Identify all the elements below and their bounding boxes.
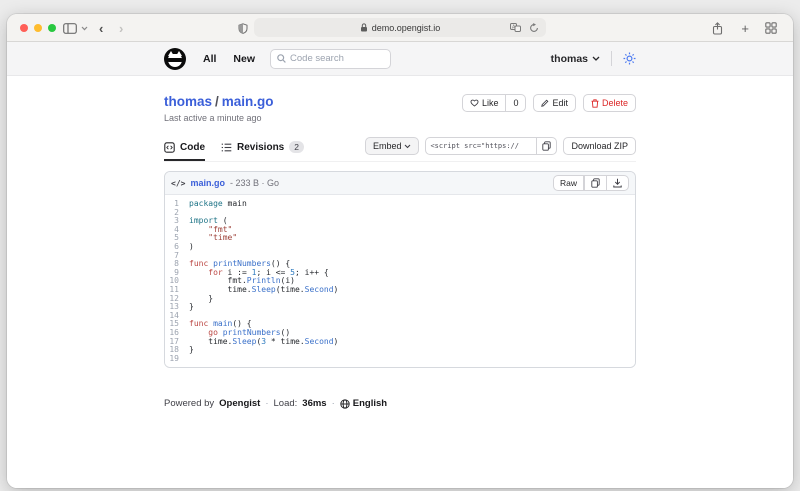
reload-icon[interactable] bbox=[529, 23, 539, 33]
copy-embed-button[interactable] bbox=[537, 137, 557, 155]
forward-button: › bbox=[119, 14, 123, 42]
download-zip-button[interactable]: Download ZIP bbox=[563, 137, 636, 155]
revisions-count-badge: 2 bbox=[289, 141, 304, 153]
divider bbox=[611, 51, 612, 66]
minimize-window-button[interactable] bbox=[34, 24, 42, 32]
site-footer: Powered by Opengist · Load: 36ms · Engli… bbox=[164, 398, 636, 409]
copy-file-button[interactable] bbox=[584, 175, 607, 191]
tab-overview-icon[interactable] bbox=[765, 14, 777, 42]
chevron-down-icon bbox=[404, 144, 411, 149]
line-content: time.Sleep(3 * time.Second) bbox=[189, 338, 338, 347]
user-menu[interactable]: thomas bbox=[551, 53, 600, 65]
translate-icon[interactable]: A bbox=[510, 23, 521, 32]
code-line: 11 time.Sleep(time.Second) bbox=[165, 286, 635, 295]
copy-icon bbox=[591, 178, 600, 188]
new-tab-icon[interactable]: + bbox=[741, 14, 749, 42]
browser-window: ‹ › demo.opengist.io A + bbox=[7, 14, 793, 488]
share-icon[interactable] bbox=[712, 14, 723, 42]
owner-link[interactable]: thomas bbox=[164, 94, 212, 109]
opengist-logo[interactable] bbox=[164, 48, 186, 70]
code-line: 18} bbox=[165, 346, 635, 355]
code-search-input[interactable]: Code search bbox=[270, 49, 391, 69]
url-text: demo.opengist.io bbox=[372, 23, 441, 33]
sidebar-chevron-icon[interactable] bbox=[81, 14, 88, 42]
download-icon bbox=[613, 178, 622, 188]
username: thomas bbox=[551, 53, 588, 65]
browser-toolbar: ‹ › demo.opengist.io A + bbox=[7, 14, 793, 42]
file-name-link[interactable]: main.go bbox=[190, 178, 225, 188]
nav-link-new[interactable]: New bbox=[233, 53, 255, 65]
code-line: 6) bbox=[165, 243, 635, 252]
edit-button[interactable]: Edit bbox=[533, 94, 576, 112]
heart-icon bbox=[470, 99, 479, 107]
tab-revisions[interactable]: Revisions 2 bbox=[221, 141, 304, 161]
site-header: All New Code search thomas bbox=[7, 42, 793, 76]
sidebar-icon[interactable] bbox=[63, 14, 77, 42]
code-line: 1package main bbox=[165, 200, 635, 209]
back-button[interactable]: ‹ bbox=[99, 14, 103, 42]
code-line: 17 time.Sleep(3 * time.Second) bbox=[165, 338, 635, 347]
language-selector[interactable]: English bbox=[340, 398, 387, 409]
code-bracket-square-icon bbox=[164, 142, 175, 153]
page: All New Code search thomas bbox=[7, 42, 793, 488]
code-line: 13} bbox=[165, 303, 635, 312]
copy-icon bbox=[542, 141, 551, 151]
delete-button[interactable]: Delete bbox=[583, 94, 636, 112]
gist-link[interactable]: main.go bbox=[222, 94, 274, 109]
address-bar[interactable]: demo.opengist.io A bbox=[254, 18, 546, 37]
embed-button[interactable]: Embed bbox=[365, 137, 420, 155]
chevron-down-icon bbox=[592, 56, 600, 61]
search-placeholder: Code search bbox=[290, 53, 344, 64]
embed-code-input[interactable] bbox=[425, 137, 537, 155]
opengist-footer-link[interactable]: Opengist bbox=[219, 398, 260, 409]
tab-code[interactable]: Code bbox=[164, 141, 205, 161]
nav-link-all[interactable]: All bbox=[203, 53, 216, 65]
page-title: thomas/main.go bbox=[164, 94, 274, 109]
gist-file-card: </> main.go - 233 B · Go Raw 1pa bbox=[164, 171, 636, 368]
trash-icon bbox=[591, 99, 599, 108]
line-content: package main bbox=[189, 200, 247, 209]
search-icon bbox=[277, 54, 286, 63]
privacy-shield-icon[interactable] bbox=[238, 14, 248, 42]
code-line: 3import ( bbox=[165, 217, 635, 226]
file-meta: - 233 B · Go bbox=[230, 178, 279, 188]
like-button[interactable]: Like bbox=[462, 94, 507, 112]
line-content: "time" bbox=[189, 234, 237, 243]
download-file-button[interactable] bbox=[607, 175, 629, 191]
code-icon: </> bbox=[171, 179, 185, 188]
pencil-icon bbox=[541, 99, 549, 107]
line-number[interactable]: 19 bbox=[165, 355, 189, 364]
code-line: 12 } bbox=[165, 295, 635, 304]
code-line: 19 bbox=[165, 355, 635, 364]
lock-icon bbox=[360, 23, 368, 32]
list-icon bbox=[221, 143, 232, 152]
zoom-window-button[interactable] bbox=[48, 24, 56, 32]
like-count[interactable]: 0 bbox=[506, 94, 526, 112]
code-line: 5 "time" bbox=[165, 234, 635, 243]
globe-icon bbox=[340, 399, 350, 409]
raw-button[interactable]: Raw bbox=[553, 175, 584, 191]
code-line: 2 bbox=[165, 209, 635, 218]
window-controls bbox=[20, 24, 56, 32]
theme-toggle-sun-icon[interactable] bbox=[623, 52, 636, 65]
line-content bbox=[189, 355, 194, 364]
code-lines: 1package main2 3import (4 "fmt"5 "time"6… bbox=[165, 195, 635, 367]
close-window-button[interactable] bbox=[20, 24, 28, 32]
last-active-text: Last active a minute ago bbox=[164, 113, 274, 123]
